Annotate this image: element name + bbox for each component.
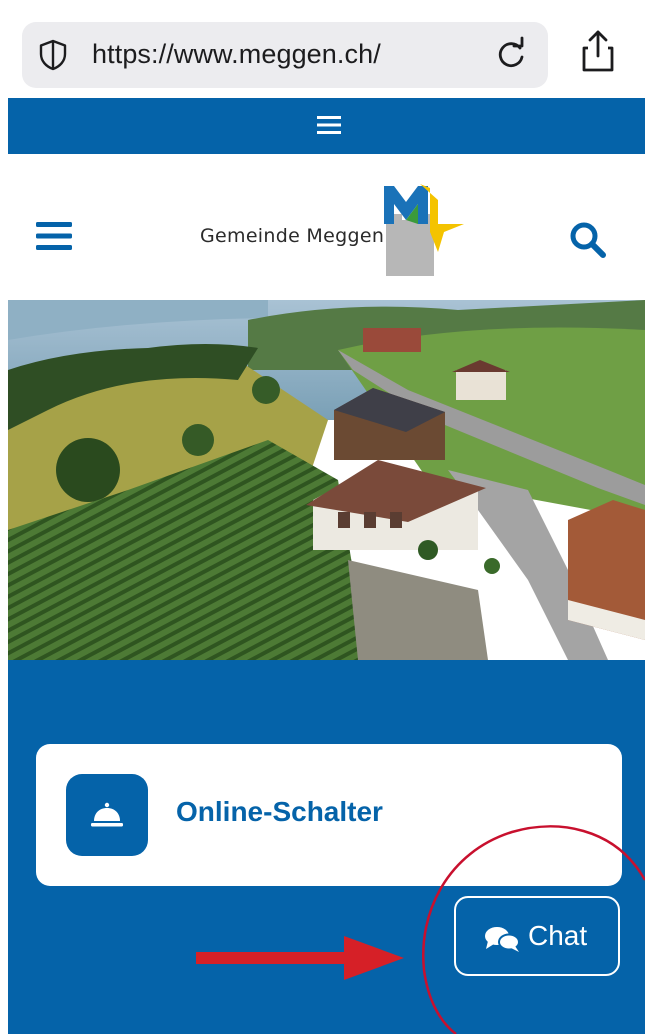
top-navigation-bar — [8, 98, 645, 154]
menu-icon[interactable] — [317, 115, 341, 135]
online-schalter-card[interactable]: Online-Schalter — [36, 744, 622, 886]
hero-image — [8, 300, 645, 660]
online-schalter-label[interactable]: Online-Schalter — [176, 796, 383, 828]
service-bell-tile — [66, 774, 148, 856]
chat-bubbles-icon — [485, 927, 520, 952]
site-header: Gemeinde Meggen — [8, 154, 645, 300]
address-bar[interactable]: https://www.meggen.ch/ — [22, 22, 548, 88]
brand-name[interactable]: Gemeinde Meggen — [200, 225, 384, 247]
url-text[interactable]: https://www.meggen.ch/ — [92, 39, 381, 70]
chat-label[interactable]: Chat — [528, 920, 587, 952]
service-bell-icon — [91, 802, 123, 827]
shield-icon — [39, 39, 67, 71]
meggen-logo[interactable] — [380, 180, 470, 276]
aerial-view-image — [8, 300, 645, 660]
chat-button[interactable]: Chat — [454, 896, 620, 976]
reload-icon[interactable] — [492, 36, 530, 74]
search-icon[interactable] — [568, 220, 608, 260]
share-icon[interactable] — [578, 28, 618, 74]
browser-toolbar: https://www.meggen.ch/ — [0, 0, 645, 98]
hamburger-menu-icon[interactable] — [36, 222, 72, 250]
services-section: Online-Schalter Chat — [8, 660, 645, 1034]
